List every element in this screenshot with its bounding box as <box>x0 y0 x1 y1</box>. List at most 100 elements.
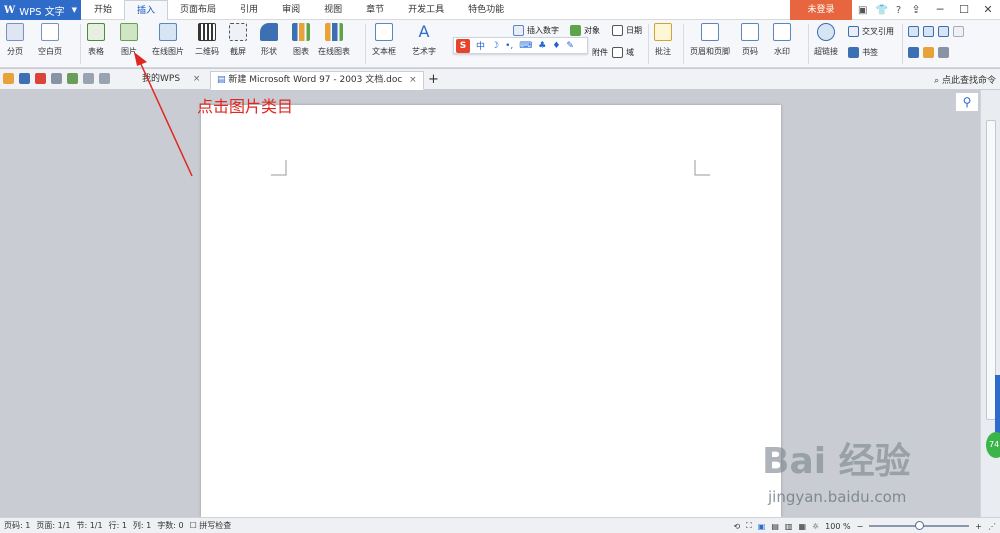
text-control-icon[interactable] <box>953 26 964 37</box>
comment-button[interactable]: 批注 <box>654 23 672 57</box>
status-col[interactable]: 列: 1 <box>133 520 151 531</box>
save-icon[interactable] <box>19 73 30 84</box>
header-footer-button[interactable]: 页眉和页脚 <box>690 23 730 57</box>
zoom-in-icon[interactable]: + <box>975 522 982 531</box>
ime-toolbar[interactable]: S 中 ☽ •, ⌨ ♣ ♦ ✎ <box>453 37 588 54</box>
eye-protect-icon[interactable]: ☼ <box>812 522 819 531</box>
dropdown-control-icon[interactable] <box>938 26 949 37</box>
print-preview-icon[interactable] <box>67 73 78 84</box>
tab-section[interactable]: 章节 <box>354 0 396 20</box>
redo-icon[interactable] <box>99 73 110 84</box>
wordart-button[interactable]: A 艺术字 <box>412 23 436 57</box>
design-mode-icon[interactable] <box>908 47 919 58</box>
web-view-icon[interactable]: ▥ <box>785 522 793 531</box>
chart-button[interactable]: 图表 <box>292 23 310 57</box>
zoom-value[interactable]: 100 % <box>825 522 850 531</box>
tab-document[interactable]: ▤ 新建 Microsoft Word 97 - 2003 文档.doc × <box>210 71 424 90</box>
wrench-icon[interactable]: ✎ <box>566 41 574 51</box>
tab-home[interactable]: 开始 <box>82 0 124 20</box>
field-button[interactable]: 域 <box>612 47 634 58</box>
quick-access-toolbar <box>3 73 110 84</box>
restore-up-icon[interactable]: ⇪ <box>904 0 928 20</box>
location-pin-icon[interactable]: ⚲ <box>955 92 979 112</box>
undo-icon[interactable] <box>83 73 94 84</box>
bookmark-button[interactable]: 书签 <box>848 47 878 58</box>
ribbon-separator <box>902 24 903 64</box>
help-icon[interactable]: ? <box>896 5 901 16</box>
attachment-button[interactable]: 附件 <box>592 47 608 58</box>
speed-badge[interactable]: 74 <box>986 432 1000 458</box>
annotation-text: 点击图片类目 <box>197 97 294 116</box>
tab-insert[interactable]: 插入 <box>124 0 169 21</box>
lock-icon[interactable] <box>938 47 949 58</box>
open-folder-icon[interactable] <box>3 73 14 84</box>
tab-document-label: 新建 Microsoft Word 97 - 2003 文档.doc <box>228 75 403 85</box>
close-icon[interactable]: ✕ <box>976 0 1000 20</box>
tab-developer[interactable]: 开发工具 <box>396 0 456 20</box>
skin-shirt-icon[interactable]: ♦ <box>552 41 560 51</box>
fullscreen-icon[interactable]: ⛶ <box>746 521 752 531</box>
status-word-count[interactable]: 字数: 0 <box>157 520 183 531</box>
shirt-icon[interactable]: 👕 <box>875 5 887 16</box>
revision-icon[interactable]: ⟲ <box>733 522 740 531</box>
document-page[interactable] <box>201 105 781 517</box>
shapes-button[interactable]: 形状 <box>260 23 278 57</box>
find-command-box[interactable]: ⌕ 点此查找命令 <box>934 73 996 86</box>
voice-icon[interactable]: ♣ <box>538 41 546 51</box>
status-section[interactable]: 节: 1/1 <box>76 520 102 531</box>
tab-my-wps[interactable]: 我的WPS × <box>136 71 206 90</box>
zoom-out-icon[interactable]: − <box>857 522 864 531</box>
zoom-slider-handle[interactable] <box>915 521 925 530</box>
maximize-icon[interactable]: ☐ <box>952 0 976 20</box>
status-page-code[interactable]: 页码: 1 <box>4 520 30 531</box>
status-pages[interactable]: 页面: 1/1 <box>36 520 70 531</box>
close-tab-icon[interactable]: × <box>193 74 201 84</box>
picture-button[interactable]: 图片 <box>120 23 138 57</box>
read-mode-icon[interactable]: ▦ <box>798 522 806 531</box>
checkbox-control-icon[interactable] <box>908 26 919 37</box>
checked-control-icon[interactable] <box>923 26 934 37</box>
status-spellcheck[interactable]: ☐ 拼写检查 <box>190 520 232 531</box>
ime-mode[interactable]: 中 <box>476 39 485 52</box>
export-pdf-icon[interactable] <box>35 73 46 84</box>
tab-features[interactable]: 特色功能 <box>456 0 516 20</box>
online-chart-label: 在线图表 <box>318 47 350 56</box>
print-icon[interactable] <box>51 73 62 84</box>
object-button[interactable]: 对象 <box>570 25 600 36</box>
cross-ref-button[interactable]: 交叉引用 <box>848 26 894 37</box>
close-tab-icon[interactable]: × <box>409 75 417 85</box>
hyperlink-button[interactable]: 超链接 <box>814 23 838 57</box>
login-button[interactable]: 未登录 <box>790 0 852 20</box>
online-chart-icon <box>325 23 343 41</box>
resize-grip-icon[interactable]: ⋰ <box>988 522 996 531</box>
page-break-button[interactable]: 分页 <box>6 23 24 57</box>
textbox-button[interactable]: 文本框 <box>372 23 396 57</box>
blank-page-button[interactable]: 空白页 <box>38 23 62 57</box>
punctuation-icon[interactable]: •, <box>505 41 513 51</box>
insert-number-button[interactable]: 插入数字 <box>513 25 559 36</box>
tab-review[interactable]: 审阅 <box>270 0 312 20</box>
keyboard-icon[interactable]: ⌨ <box>519 41 532 51</box>
form-controls-row <box>908 26 964 37</box>
watermark-button[interactable]: 水印 <box>773 23 791 57</box>
table-button[interactable]: 表格 <box>87 23 105 57</box>
zoom-slider[interactable] <box>869 521 970 530</box>
qr-code-button[interactable]: 二维码 <box>195 23 219 57</box>
online-picture-button[interactable]: 在线图片 <box>152 23 184 57</box>
minimize-icon[interactable]: ─ <box>928 0 952 20</box>
status-row[interactable]: 行: 1 <box>109 520 127 531</box>
tab-page-layout[interactable]: 页面布局 <box>168 0 228 20</box>
tab-references[interactable]: 引用 <box>228 0 270 20</box>
skin-icon[interactable]: ▣ <box>858 5 867 16</box>
outline-view-icon[interactable]: ▤ <box>771 522 779 531</box>
tab-view[interactable]: 视图 <box>312 0 354 20</box>
page-number-button[interactable]: 页码 <box>741 23 759 57</box>
date-button[interactable]: 日期 <box>612 25 642 36</box>
eraser-icon[interactable] <box>923 47 934 58</box>
online-chart-button[interactable]: 在线图表 <box>318 23 350 57</box>
new-tab-button[interactable]: + <box>422 71 445 90</box>
moon-icon[interactable]: ☽ <box>491 41 499 51</box>
app-menu-button[interactable]: W WPS 文字 ▼ <box>0 0 81 20</box>
page-view-icon[interactable]: ▣ <box>758 522 766 531</box>
screenshot-button[interactable]: 截屏 <box>229 23 247 57</box>
